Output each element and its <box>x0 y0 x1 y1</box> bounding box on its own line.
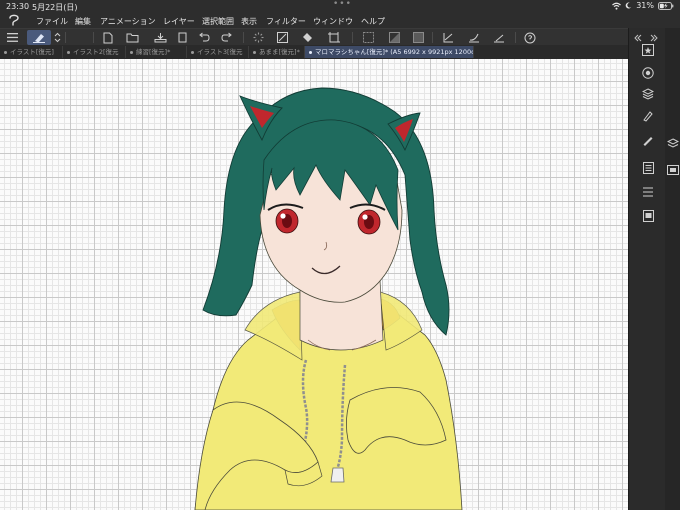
hamburger-menu-icon[interactable] <box>4 29 20 46</box>
tab-document-4[interactable]: イラスト3[復元 <box>187 46 249 58</box>
moon-icon <box>625 2 632 9</box>
redo-icon[interactable] <box>219 29 235 46</box>
menu-animation[interactable]: アニメーション <box>100 16 156 27</box>
pen-sub-tool-icon[interactable] <box>637 108 659 124</box>
battery-icon <box>658 1 674 10</box>
wifi-icon <box>612 2 622 10</box>
tab-label: イラスト[復元] <box>10 48 54 56</box>
multitasking-dots-icon[interactable]: ••• <box>333 0 352 9</box>
ruler-angle-icon[interactable] <box>491 29 507 46</box>
transform-icon[interactable] <box>326 29 342 46</box>
menu-file[interactable]: ファイル <box>36 16 68 27</box>
tab-document-3[interactable]: 練習[復元]* <box>126 46 187 58</box>
character-illustration <box>194 87 463 510</box>
tab-document-5[interactable]: あまま[復元]* <box>249 46 305 58</box>
tab-document-1[interactable]: イラスト[復元] <box>0 46 63 58</box>
document-tab-bar: イラスト[復元] イラスト2[復元 練習[復元]* イラスト3[復元 あまま[復… <box>0 45 628 59</box>
status-date: 5月22日(日) <box>32 3 78 12</box>
app-logo-icon[interactable] <box>8 14 20 28</box>
right-palette-bar <box>628 28 680 510</box>
status-right-cluster: 31% <box>612 1 674 10</box>
help-icon[interactable] <box>522 29 538 46</box>
menu-bar: ファイル 編集 アニメーション レイヤー 選択範囲 表示 フィルター ウィンドウ… <box>0 13 680 28</box>
tab-label: イラスト2[復元 <box>73 48 119 56</box>
command-bar <box>0 28 680 46</box>
loading-icon[interactable] <box>250 29 266 46</box>
menu-edit[interactable]: 編集 <box>75 16 91 27</box>
material-icon[interactable] <box>637 208 659 224</box>
tab-document-active[interactable]: マロマラシちゃん[復元]* (A5 6992 x 9921px 1200dpi … <box>305 46 474 58</box>
up-down-arrows-icon[interactable] <box>52 29 62 46</box>
list-icon[interactable] <box>637 184 659 200</box>
deselect-icon[interactable] <box>360 29 376 46</box>
clear-icon[interactable] <box>274 29 290 46</box>
star-pin-icon[interactable] <box>637 42 659 58</box>
tab-label: マロマラシちゃん[復元]* (A5 6992 x 9921px 1200dpi … <box>315 48 473 56</box>
drawing-canvas[interactable] <box>0 59 628 510</box>
palette-secondary-column <box>665 28 680 510</box>
fill-icon[interactable] <box>300 29 316 46</box>
menu-window[interactable]: ウィンドウ <box>313 16 353 27</box>
eraser-icon[interactable] <box>27 30 51 45</box>
print-icon[interactable] <box>175 29 189 46</box>
tab-label: イラスト3[復元 <box>197 48 243 56</box>
menu-filter[interactable]: フィルター <box>266 16 306 27</box>
layer-property-icon[interactable] <box>637 160 659 176</box>
menu-layer[interactable]: レイヤー <box>163 16 195 27</box>
select-all-icon[interactable] <box>386 29 402 46</box>
status-bar: 23:30 5月22日(日) ••• 31% <box>0 0 680 13</box>
open-folder-icon[interactable] <box>124 29 140 46</box>
ruler-curve-icon[interactable] <box>466 29 482 46</box>
ruler-check-icon[interactable] <box>440 29 456 46</box>
tab-label: あまま[復元]* <box>259 48 300 56</box>
menu-selection[interactable]: 選択範囲 <box>202 16 234 27</box>
tab-label: 練習[復元]* <box>136 48 171 56</box>
tab-document-2[interactable]: イラスト2[復元 <box>63 46 126 58</box>
new-file-icon[interactable] <box>100 29 116 46</box>
layer-stack-icon[interactable] <box>637 86 659 102</box>
undo-icon[interactable] <box>196 29 212 46</box>
menu-help[interactable]: ヘルプ <box>361 16 385 27</box>
status-time: 23:30 <box>6 2 30 11</box>
color-circle-icon[interactable] <box>637 65 659 81</box>
save-icon[interactable] <box>152 29 168 46</box>
invert-selection-icon[interactable] <box>410 29 426 46</box>
battery-percent: 31% <box>636 1 654 10</box>
layers-icon[interactable] <box>665 136 680 152</box>
menu-view[interactable]: 表示 <box>241 16 257 27</box>
navigator-icon[interactable] <box>665 162 680 178</box>
pencil-icon[interactable] <box>637 132 659 148</box>
